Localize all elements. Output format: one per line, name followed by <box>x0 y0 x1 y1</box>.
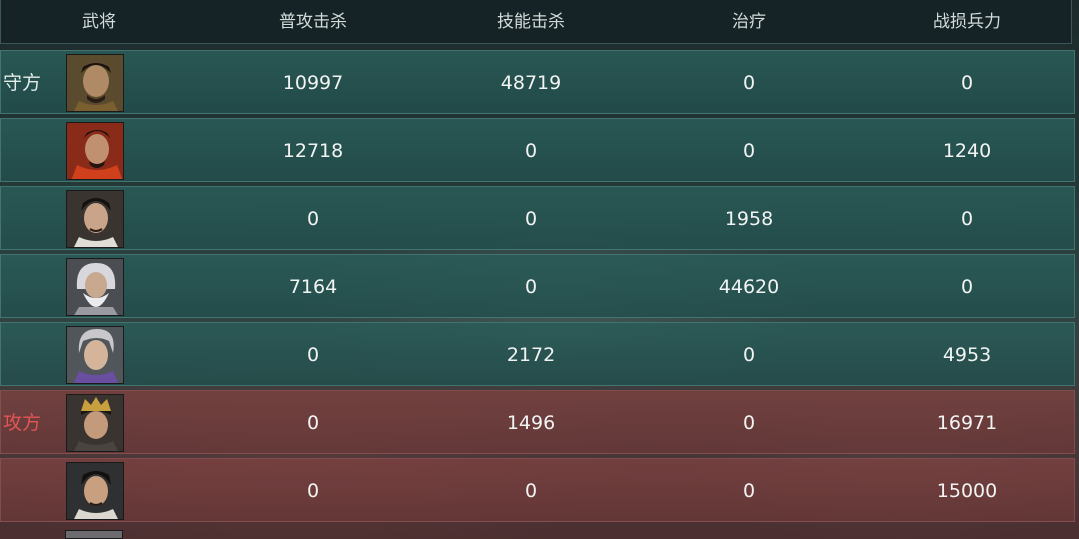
table-row: 0 0 0 15000 <box>0 458 1075 522</box>
normal-kills-value: 0 <box>306 208 320 230</box>
losses-value: 1240 <box>942 140 992 162</box>
skill-kills-value: 0 <box>524 276 538 298</box>
stats-table-header: 武将 普攻击杀 技能击杀 治疗 战损兵力 <box>0 0 1072 44</box>
general-portrait-icon[interactable] <box>66 394 124 452</box>
table-row: 0 2172 0 4953 <box>0 322 1075 386</box>
table-row: 攻方 0 1496 0 16971 <box>0 390 1075 454</box>
attacker-side-label: 攻方 <box>3 412 42 434</box>
general-portrait-icon[interactable] <box>65 530 123 539</box>
losses-value: 4953 <box>942 344 992 366</box>
table-row: 守方 10997 48719 0 0 <box>0 50 1075 114</box>
heal-value: 0 <box>742 412 756 434</box>
general-portrait-icon[interactable] <box>66 190 124 248</box>
header-general: 武将 <box>82 12 116 32</box>
heal-value: 0 <box>742 344 756 366</box>
normal-kills-value: 10997 <box>282 72 344 94</box>
header-normal-kills: 普攻击杀 <box>279 12 347 32</box>
header-heal: 治疗 <box>732 12 766 32</box>
losses-value: 0 <box>960 208 974 230</box>
skill-kills-value: 0 <box>524 208 538 230</box>
defender-side-label: 守方 <box>3 72 42 94</box>
skill-kills-value: 1496 <box>506 412 556 434</box>
losses-value: 0 <box>960 72 974 94</box>
normal-kills-value: 12718 <box>282 140 344 162</box>
skill-kills-value: 0 <box>524 480 538 502</box>
normal-kills-value: 0 <box>306 480 320 502</box>
general-portrait-icon[interactable] <box>66 326 124 384</box>
normal-kills-value: 0 <box>306 412 320 434</box>
header-skill-kills: 技能击杀 <box>497 12 565 32</box>
normal-kills-value: 0 <box>306 344 320 366</box>
skill-kills-value: 2172 <box>506 344 556 366</box>
heal-value: 1958 <box>724 208 774 230</box>
heal-value: 44620 <box>718 276 780 298</box>
table-row: 0 0 1958 0 <box>0 186 1075 250</box>
general-portrait-icon[interactable] <box>66 122 124 180</box>
losses-value: 0 <box>960 276 974 298</box>
heal-value: 0 <box>742 480 756 502</box>
losses-value: 15000 <box>936 480 998 502</box>
heal-value: 0 <box>742 72 756 94</box>
general-portrait-icon[interactable] <box>66 258 124 316</box>
table-row: 12718 0 0 1240 <box>0 118 1075 182</box>
heal-value: 0 <box>742 140 756 162</box>
skill-kills-value: 0 <box>524 140 538 162</box>
header-losses: 战损兵力 <box>933 12 1001 32</box>
losses-value: 16971 <box>936 412 998 434</box>
general-portrait-icon[interactable] <box>66 54 124 112</box>
general-portrait-icon[interactable] <box>66 462 124 520</box>
skill-kills-value: 48719 <box>500 72 562 94</box>
table-row: 7164 0 44620 0 <box>0 254 1075 318</box>
normal-kills-value: 7164 <box>288 276 338 298</box>
